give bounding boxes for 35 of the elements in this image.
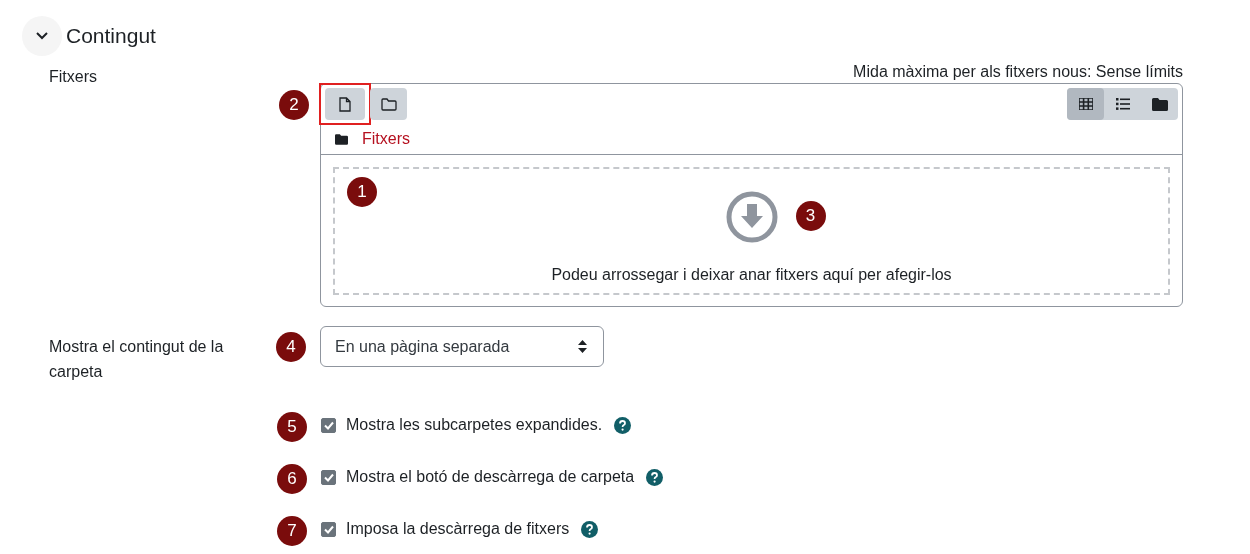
max-size-note: Mida màxima per als fitxers nous: Sense límits <box>853 63 1183 82</box>
list-icon <box>1115 98 1130 110</box>
checkbox[interactable] <box>321 469 336 485</box>
chevron-icon <box>35 31 49 41</box>
grid-view-button[interactable] <box>1067 88 1104 120</box>
step-marker: 3 <box>795 201 826 231</box>
file-icon <box>339 96 351 112</box>
step-marker: 5 <box>277 412 307 442</box>
grid-icon <box>1078 98 1093 110</box>
field-label: Mostra el contingut de la carpeta <box>49 337 225 382</box>
step-marker: 6 <box>277 464 307 494</box>
step-marker: 4 <box>276 332 306 362</box>
checkbox[interactable] <box>321 417 336 433</box>
checkbox-label: Imposa la descàrrega de fitxers <box>346 520 570 538</box>
folder-icon <box>380 97 397 111</box>
checkbox[interactable] <box>321 521 336 537</box>
drop-zone-hint: Podeu arrossegar i deixar anar fitxers aquí per afegir-los <box>551 266 952 284</box>
help-icon[interactable] <box>614 416 632 434</box>
display-select[interactable]: En una pàgina separada <box>320 326 604 367</box>
field-label: Fitxers <box>49 68 97 86</box>
checkbox-label: Mostra les subcarpetes expandides. <box>346 416 603 434</box>
add-file-button[interactable] <box>325 88 365 120</box>
step-marker: 2 <box>279 90 309 120</box>
sort-caret-icon <box>578 340 587 353</box>
step-marker: 7 <box>277 516 307 546</box>
checkbox-label: Mostra el botó de descàrrega de carpeta <box>346 468 635 486</box>
section-title: Contingut <box>66 24 156 48</box>
folder-path-link[interactable]: Fitxers <box>362 130 410 148</box>
drop-zone[interactable]: 1 3 Podeu arrossegar i deixar anar fitxers aquí per afegir-los <box>333 167 1170 295</box>
help-icon[interactable] <box>646 468 664 486</box>
add-folder-button[interactable] <box>370 88 407 120</box>
help-icon[interactable] <box>581 520 599 538</box>
step-marker: 1 <box>347 177 377 207</box>
folder-icon <box>1151 97 1168 111</box>
folder-icon <box>335 133 348 145</box>
